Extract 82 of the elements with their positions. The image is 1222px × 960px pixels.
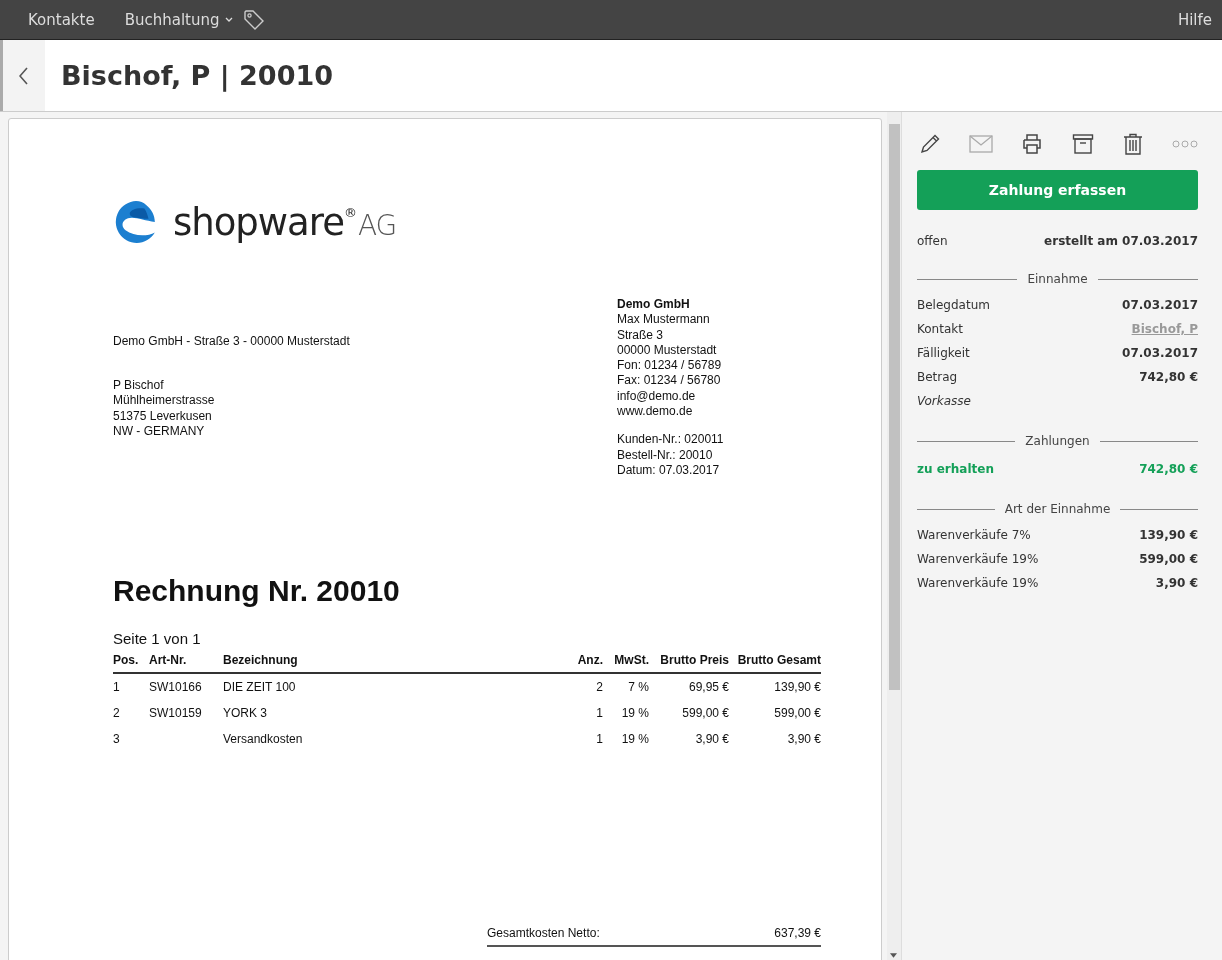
table-cell: 19 % (621, 706, 649, 721)
table-cell: 1 (113, 680, 120, 695)
total-value: 637,39 € (774, 926, 821, 941)
field-label: Warenverkäufe 19% (917, 575, 1039, 592)
table-cell: 2 (113, 706, 120, 721)
field-label: Betrag (917, 369, 958, 386)
table-cell: 599,00 € (774, 706, 821, 721)
field-label: Warenverkäufe 7% (917, 527, 1031, 544)
table-cell: 3,90 € (787, 732, 821, 747)
address-line: P Bischof (113, 378, 165, 394)
company-line: Fax: 01234 / 56780 (617, 373, 722, 389)
delete-button[interactable] (1121, 133, 1144, 155)
table-cell: SW10166 (149, 680, 202, 695)
table-cell: 599,00 € (682, 706, 729, 721)
nav-link[interactable]: Buchhaltung (124, 10, 233, 29)
field-label: Warenverkäufe 19% (917, 551, 1039, 568)
field-value: 07.03.2017 (1122, 345, 1198, 362)
section-heading: Art der Einnahme (1004, 502, 1111, 516)
field-value: 742,80 € (1139, 369, 1198, 386)
field-label: Kontakt (917, 321, 963, 338)
total-label: Gesamtkosten Netto: (487, 926, 600, 941)
column-header: MwSt. (603, 649, 649, 674)
table-cell: 3 (113, 732, 120, 747)
company-line: Fon: 01234 / 56789 (617, 358, 723, 374)
scrollbar[interactable] (887, 112, 901, 960)
help-link[interactable]: Hilfe (1177, 10, 1212, 29)
reference-line: Datum: 07.03.2017 (617, 462, 721, 479)
company-line: 00000 Musterstadt (617, 342, 718, 359)
table-cell: 19 % (621, 732, 649, 747)
field-label: Belegdatum (917, 297, 990, 314)
reference-line: Kunden-Nr.: 020011 (617, 432, 724, 448)
field-value: 742,80 € (1139, 461, 1198, 478)
table-cell: 3,90 € (695, 732, 729, 747)
table-cell: 139,90 € (774, 680, 821, 695)
company-line: info@demo.de (617, 388, 697, 405)
table-cell: Versandkosten (223, 732, 303, 747)
table-cell: DIE ZEIT 100 (223, 680, 296, 695)
address-line: 51375 Leverkusen (113, 408, 213, 424)
table-cell: SW10159 (149, 706, 202, 721)
page-title: Bischof, P | 20010 (61, 60, 333, 91)
field-value: 599,00 € (1139, 551, 1198, 568)
column-header: Brutto Preis (649, 649, 729, 674)
scroll-down-icon[interactable] (890, 953, 897, 958)
company-line: Max Mustermann (617, 312, 711, 328)
logo-wordmark: shopware$^{®}$AG (173, 200, 397, 244)
payment-method: Vorkasse (917, 393, 971, 410)
address-line: NW - GERMANY (113, 423, 206, 440)
table-cell: YORK 3 (223, 706, 267, 721)
column-header: Art-Nr. (149, 649, 223, 674)
table-cell: 7 % (628, 680, 649, 695)
invoice-title: Rechnung Nr. 20010 (113, 574, 401, 609)
field-value: 139,90 € (1139, 527, 1198, 544)
table-cell: 2 (596, 680, 603, 695)
address-line: Mühlheimerstrasse (113, 393, 216, 409)
table-cell: 69,95 € (688, 680, 729, 695)
edit-button[interactable] (919, 133, 941, 155)
field-value: 3,90 € (1155, 575, 1198, 592)
tag-icon[interactable] (242, 8, 265, 31)
section-heading: Zahlungen (1025, 434, 1090, 448)
caret-icon (224, 17, 233, 22)
table-cell: 1 (596, 706, 603, 721)
scrollbar-thumb[interactable] (889, 124, 900, 690)
column-header: Pos. (113, 649, 149, 674)
column-header: Anz. (563, 649, 603, 674)
reference-line: Bestell-Nr.: 20010 (617, 447, 714, 463)
created-date: erstellt am 07.03.2017 (1044, 233, 1198, 250)
company-name: Demo GmbH (617, 297, 691, 313)
company-line: Straße 3 (617, 327, 665, 343)
column-header: Brutto Gesamt (729, 649, 821, 674)
page-number: Seite 1 von 1 (113, 630, 202, 648)
archive-button[interactable] (1071, 133, 1094, 155)
section-heading: Einnahme (1027, 272, 1088, 286)
field-value: 07.03.2017 (1122, 297, 1198, 314)
sender-line: Demo GmbH - Straße 3 - 00000 Musterstadt (113, 334, 351, 348)
print-button[interactable] (1021, 133, 1044, 155)
field-label: Fälligkeit (917, 345, 970, 362)
table-cell: 1 (596, 732, 603, 747)
nav-link[interactable]: Kontakte (28, 10, 95, 29)
field-label: zu erhalten (917, 461, 994, 478)
status-label: offen (917, 233, 948, 250)
company-line: www.demo.de (617, 404, 694, 420)
column-header: Bezeichnung (223, 649, 563, 674)
